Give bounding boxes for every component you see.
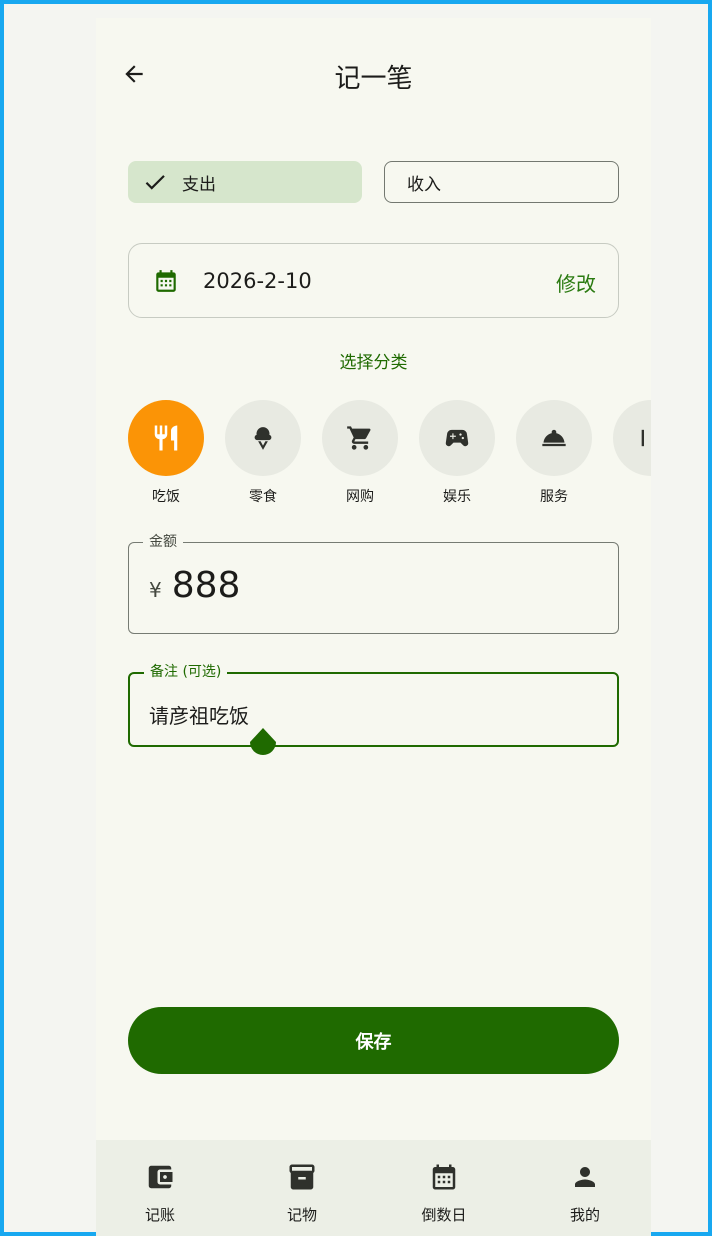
category-label: 零食 — [249, 489, 277, 505]
text-cursor-handle[interactable] — [248, 726, 278, 760]
category-list[interactable]: 吃饭 零食 网购 娱乐 服务 — [128, 400, 651, 510]
save-button[interactable]: 保存 — [128, 1007, 619, 1074]
top-app-bar: 记一笔 — [96, 18, 651, 128]
category-section-title: 选择分类 — [339, 353, 408, 373]
category-item-partial[interactable] — [613, 400, 651, 476]
edit-date-button[interactable]: 修改 — [556, 268, 596, 297]
nav-label: 记账 — [144, 1206, 175, 1224]
bottom-navigation: 记账 记物 倒数日 我的 — [96, 1140, 651, 1236]
restaurant-icon — [154, 425, 178, 451]
device-frame: 记一笔 支出 收入 2026-2-10 修改 选择分类 吃饭 零食 网购 娱乐 … — [0, 0, 712, 1236]
note-field[interactable]: 备注 (可选) 请彦祖吃饭 — [128, 661, 619, 755]
category-item-eat[interactable]: 吃饭 — [128, 400, 204, 506]
amount-number: 888 — [171, 565, 241, 606]
page-title: 记一笔 — [334, 64, 413, 94]
nav-label: 我的 — [569, 1206, 600, 1224]
calendar-icon — [432, 1164, 456, 1190]
app-screen: 记一笔 支出 收入 2026-2-10 修改 选择分类 吃饭 零食 网购 娱乐 … — [96, 18, 651, 1236]
amount-label: 金额 — [143, 531, 183, 551]
nav-label: 倒数日 — [421, 1206, 467, 1224]
nav-item-items[interactable]: 记物 — [242, 1140, 362, 1236]
income-type-label: 收入 — [407, 174, 441, 195]
category-label: 服务 — [540, 489, 568, 505]
category-label: 吃饭 — [152, 489, 180, 505]
room-service-icon — [542, 429, 566, 447]
shopping-cart-icon — [347, 426, 371, 450]
expense-type-button[interactable]: 支出 — [128, 161, 362, 203]
nav-item-countdown[interactable]: 倒数日 — [384, 1140, 504, 1236]
category-label: 娱乐 — [443, 489, 471, 505]
category-more-icon — [641, 429, 644, 447]
expense-type-label: 支出 — [182, 174, 216, 195]
wallet-icon — [148, 1165, 173, 1189]
amount-value: ¥ 888 — [149, 565, 240, 606]
note-label: 备注 (可选) — [144, 661, 228, 681]
category-label: 网购 — [346, 489, 374, 505]
ice-cream-icon — [254, 427, 272, 450]
person-icon — [575, 1167, 595, 1187]
calendar-icon — [153, 267, 179, 295]
note-value: 请彦祖吃饭 — [149, 704, 249, 728]
category-item-shopping[interactable]: 网购 — [322, 400, 398, 506]
nav-item-profile[interactable]: 我的 — [525, 1140, 645, 1236]
category-item-entertainment[interactable]: 娱乐 — [419, 400, 495, 506]
transaction-type-toggle: 支出 收入 — [128, 161, 619, 205]
amount-field[interactable]: 金额 ¥ 888 — [128, 531, 619, 634]
category-item-service[interactable]: 服务 — [516, 400, 592, 506]
nav-label: 记物 — [286, 1206, 317, 1224]
income-type-button[interactable]: 收入 — [384, 161, 619, 203]
nav-item-bookkeeping[interactable]: 记账 — [100, 1140, 220, 1236]
date-card: 2026-2-10 修改 — [128, 243, 619, 318]
date-value: 2026-2-10 — [203, 268, 312, 293]
archive-icon — [289, 1164, 315, 1190]
gamepad-icon — [445, 429, 469, 447]
check-icon — [142, 169, 168, 195]
category-item-snack[interactable]: 零食 — [225, 400, 301, 506]
currency-symbol: ¥ — [149, 578, 162, 602]
